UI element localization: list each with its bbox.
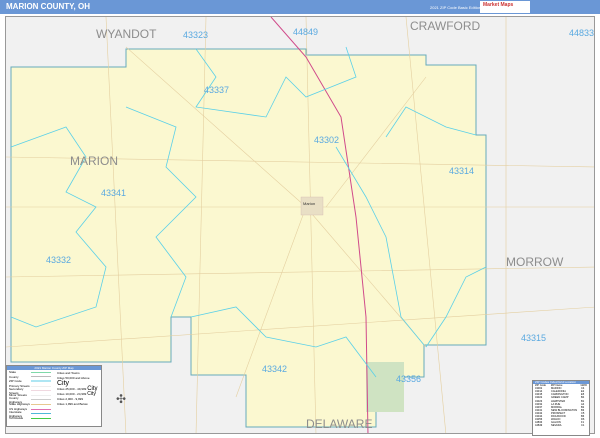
zip-label[interactable]: 43315 (521, 333, 546, 343)
zip-label[interactable]: 43342 (262, 364, 287, 374)
county-label-wyandot: WYANDOT (96, 27, 157, 41)
zip-index-table: ZIP Codes Index/Grid Location ZIP Code ZI… (532, 380, 590, 436)
marion-city (300, 196, 324, 216)
county-label-delaware: DELAWARE (306, 417, 373, 431)
zip-label[interactable]: 43323 (183, 30, 208, 40)
zip-label[interactable]: 43337 (204, 85, 229, 95)
zip-label[interactable]: 43356 (396, 374, 421, 384)
legend-item: County (9, 374, 19, 379)
index-cell: C1 (581, 424, 585, 428)
zip-label[interactable]: 44833 (569, 28, 594, 38)
legend-item: State Highways (9, 402, 30, 407)
map-legend: 2021 Marion County ZIP Map State County … (6, 365, 102, 427)
zip-label[interactable]: 43314 (449, 166, 474, 176)
park-area (366, 362, 404, 412)
zip-label[interactable]: 44849 (293, 27, 318, 37)
compass-rose-icon: ✣ (116, 392, 127, 406)
county-label-marion: MARION (70, 154, 118, 168)
legend-item: State (9, 370, 17, 375)
city-label-marion: Marion (303, 201, 316, 206)
legend-city-sample: City (57, 380, 70, 387)
title-bar: MARION COUNTY, OH 2021 ZIP Code Basic Ed… (0, 0, 600, 14)
legend-item: Toll Roads (9, 416, 24, 421)
index-row: 44849 NEVADA C1 (533, 424, 589, 427)
legend-city-size: Cities 2,000 - 9,999 (57, 397, 84, 401)
map-title: MARION COUNTY, OH (6, 2, 90, 11)
county-label-morrow: MORROW (506, 255, 564, 269)
index-cell: NEVADA (551, 424, 562, 428)
legend-item: ZIP Code (9, 379, 22, 384)
brand-logo: Market Maps (480, 1, 530, 13)
legend-city-size: Cities 10,000 - 24,999 (57, 392, 87, 396)
index-cell: 44849 (535, 424, 543, 428)
legend-city-sample: City (87, 391, 96, 397)
legend-city-size: Cities 1,999 and Below (57, 402, 88, 406)
edition-label: 2021 ZIP Code Basic Edition (430, 5, 482, 10)
zip-label[interactable]: 43341 (101, 188, 126, 198)
county-label-crawford: CRAWFORD (410, 19, 481, 33)
zip-label[interactable]: 43332 (46, 255, 71, 265)
zip-label[interactable]: 43302 (314, 135, 339, 145)
legend-city-size: Cities 25,000 - 49,999 (57, 387, 87, 391)
